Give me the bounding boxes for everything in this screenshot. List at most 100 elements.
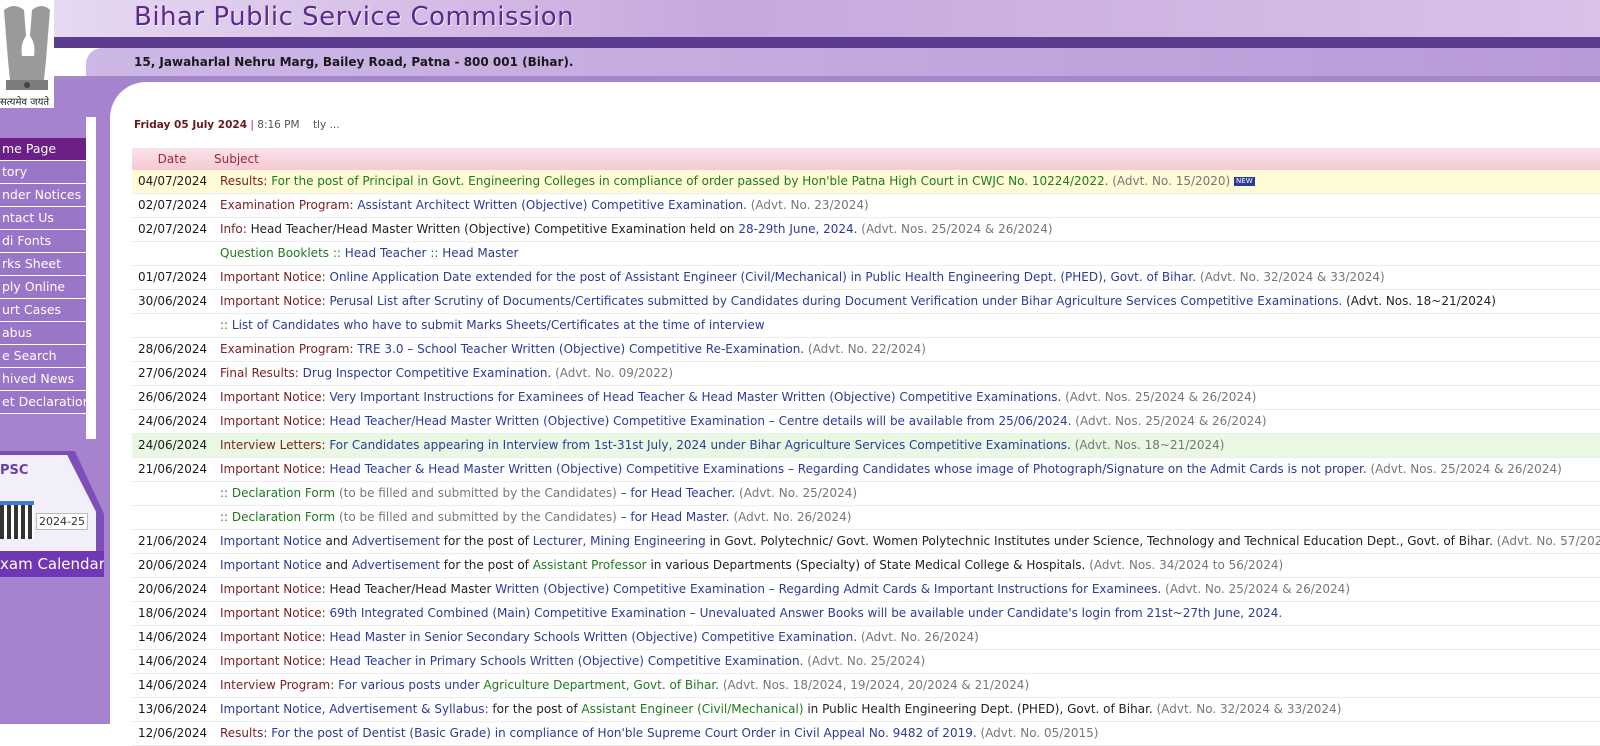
notice-link[interactable]: – for Head Master. <box>621 510 734 524</box>
calendar-icon <box>0 501 34 539</box>
notice-link[interactable]: Written (Objective) Competitive Examinat… <box>495 582 1165 596</box>
current-time: 8:16 PM <box>257 119 300 131</box>
row-category: Examination Program: <box>220 198 358 212</box>
notice-link[interactable]: Head Teacher & Head Master Written (Obje… <box>330 462 1371 476</box>
menu-item-hindi-fonts[interactable]: di Fonts <box>0 230 86 253</box>
notice-link[interactable]: Important Notice <box>220 558 325 572</box>
notice-link[interactable]: For various posts under <box>338 678 483 692</box>
row-text: (Advt. Nos. 18~21/2024) <box>1346 294 1496 308</box>
notice-link[interactable]: Very Important Instructions for Examinee… <box>330 390 1066 404</box>
row-date: 02/07/2024 <box>138 222 208 236</box>
notice-link[interactable]: Head Master <box>442 246 518 260</box>
row-text: (Advt. No. 22/2024) <box>807 342 926 356</box>
notice-link[interactable]: – for Head Teacher. <box>621 486 739 500</box>
row-subject: Important Notice: Very Important Instruc… <box>220 386 1600 409</box>
new-badge: NEW <box>1234 177 1255 186</box>
notice-link[interactable]: :: Declaration Form <box>220 510 339 524</box>
row-text: (Advt. Nos. 25/2024 & 26/2024) <box>1065 390 1257 404</box>
notice-link[interactable]: Head Teacher <box>345 246 431 260</box>
menu-item-home[interactable]: me Page <box>0 138 86 161</box>
notice-link[interactable]: Online Application Date extended for the… <box>330 270 1200 284</box>
row-category: Results: <box>220 174 272 188</box>
notice-link[interactable]: Agriculture Department, Govt. of Bihar. <box>483 678 723 692</box>
table-row: 21/06/2024 Important Notice: Head Teacher… <box>132 458 1600 482</box>
notice-link[interactable]: :: <box>220 318 232 332</box>
menu-item-syllabus[interactable]: abus <box>0 322 86 345</box>
notice-link[interactable]: List of Candidates who have to submit Ma… <box>232 318 765 332</box>
row-text: (Advt. No. 26/2024) <box>860 630 979 644</box>
menu-item-marks-sheet[interactable]: rks Sheet <box>0 253 86 276</box>
table-row: 30/06/2024 Important Notice: Perusal List… <box>132 290 1600 314</box>
notice-link[interactable]: Important Notice, Advertisement & Syllab… <box>220 702 492 716</box>
row-subject: Important Notice: 69th Integrated Combin… <box>220 602 1600 625</box>
row-subject: Important Notice: Head Teacher & Head Ma… <box>220 458 1600 481</box>
row-category: Important Notice: <box>220 606 330 620</box>
row-date: 24/06/2024 <box>138 414 208 428</box>
row-subject: :: Declaration Form (to be filled and su… <box>220 482 1600 505</box>
calendar-year: 2024-25 <box>36 513 88 530</box>
row-text: (to be filled and submitted by the Candi… <box>338 486 621 500</box>
table-row: 01/07/2024 Important Notice: Online Appli… <box>132 266 1600 290</box>
exam-calendar-label: xam Calendar <box>0 551 104 577</box>
row-date <box>132 242 220 265</box>
notice-link[interactable]: Lecturer, Mining Engineering <box>533 534 710 548</box>
notice-link[interactable]: Perusal List after Scrutiny of Documents… <box>330 294 1347 308</box>
table-row: 21/06/2024 Important Notice and Advertise… <box>132 530 1600 554</box>
header-banner: Bihar Public Service Commission <box>0 0 1600 40</box>
row-text: for the post of <box>492 702 582 716</box>
menu-item-tender-notices[interactable]: nder Notices <box>0 184 86 207</box>
row-subject: Important Notice and Advertisement for t… <box>220 530 1600 553</box>
notice-link[interactable]: TRE 3.0 – School Teacher Written (Object… <box>357 342 808 356</box>
menu-item-apply-online[interactable]: ply Online <box>0 276 86 299</box>
row-text: for the post of <box>443 534 533 548</box>
notice-link[interactable]: Drug Inspector Competitive Examination. <box>303 366 555 380</box>
notice-link[interactable]: For the post of Dentist (Basic Grade) in… <box>271 726 980 740</box>
notice-link[interactable]: 69th Integrated Combined (Main) Competit… <box>330 606 1283 620</box>
current-date: Friday 05 July 2024 <box>134 119 248 131</box>
notice-table: Date Subject 04/07/2024 Results: For the … <box>132 148 1600 746</box>
row-text: (Advt. Nos. 25/2024 & 26/2024) <box>861 222 1053 236</box>
menu-item-asset-declaration[interactable]: et Declaration <box>0 391 86 414</box>
notice-link[interactable]: For the post of Principal in Govt. Engin… <box>271 174 1112 188</box>
row-category: Final Results: <box>220 366 303 380</box>
notice-link[interactable]: Assistant Engineer (Civil/Mechanical) <box>581 702 807 716</box>
row-date: 20/06/2024 <box>138 582 208 596</box>
notice-link[interactable]: 28-29th June, 2024. <box>738 222 861 236</box>
menu-item-court-cases[interactable]: urt Cases <box>0 299 86 322</box>
table-row: 24/06/2024 Interview Letters: For Candida… <box>132 434 1600 458</box>
table-row: 02/07/2024 Examination Program: Assistant… <box>132 194 1600 218</box>
notice-link[interactable]: :: Declaration Form <box>220 486 339 500</box>
menu-item-history[interactable]: tory <box>0 161 86 184</box>
notice-link[interactable]: Head Teacher/Head Master Written (Object… <box>330 414 1076 428</box>
notice-link[interactable]: Assistant Professor <box>533 558 651 572</box>
table-row: 20/06/2024 Important Notice: Head Teacher… <box>132 578 1600 602</box>
notice-link[interactable]: Head Master in Senior Secondary Schools … <box>330 630 861 644</box>
row-subject: Important Notice: Head Teacher/Head Mast… <box>220 410 1600 433</box>
row-date: 13/06/2024 <box>138 702 208 716</box>
menu-item-contact-us[interactable]: ntact Us <box>0 207 86 230</box>
row-subject: Important Notice: Head Teacher/Head Mast… <box>220 578 1600 601</box>
notice-link[interactable]: Head Teacher in Primary Schools Written … <box>330 654 808 668</box>
row-date: 24/06/2024 <box>138 438 208 452</box>
notice-link[interactable]: Advertisement <box>352 558 444 572</box>
row-subject: Interview Letters: For Candidates appear… <box>220 434 1600 457</box>
row-date: 12/06/2024 <box>138 726 208 740</box>
row-subject: Important Notice, Advertisement & Syllab… <box>220 698 1600 721</box>
notice-link[interactable]: :: <box>430 246 442 260</box>
table-row: :: List of Candidates who have to submit… <box>132 314 1600 338</box>
notice-link[interactable]: Advertisement <box>352 534 444 548</box>
notice-link[interactable]: Question Booklets :: <box>220 246 345 260</box>
notice-link[interactable]: For Candidates appearing in Interview fr… <box>329 438 1074 452</box>
table-row: :: Declaration Form (to be filled and su… <box>132 506 1600 530</box>
row-date <box>132 314 220 337</box>
date-time-bar: Friday 05 July 2024 | 8:16 PM tly ... <box>134 119 340 131</box>
menu-item-site-search[interactable]: e Search <box>0 345 86 368</box>
notice-link[interactable]: Important Notice <box>220 534 325 548</box>
header-divider-light <box>0 76 1600 82</box>
row-text: (Advt. Nos. 18/2024, 19/2024, 20/2024 & … <box>722 678 1030 692</box>
notice-link[interactable]: Assistant Architect Written (Objective) … <box>357 198 750 212</box>
row-category: Interview Letters: <box>220 438 330 452</box>
row-category: Important Notice: <box>220 630 330 644</box>
menu-item-archived-news[interactable]: hived News <box>0 368 86 391</box>
side-menu: me Page tory nder Notices ntact Us di Fo… <box>0 138 86 414</box>
